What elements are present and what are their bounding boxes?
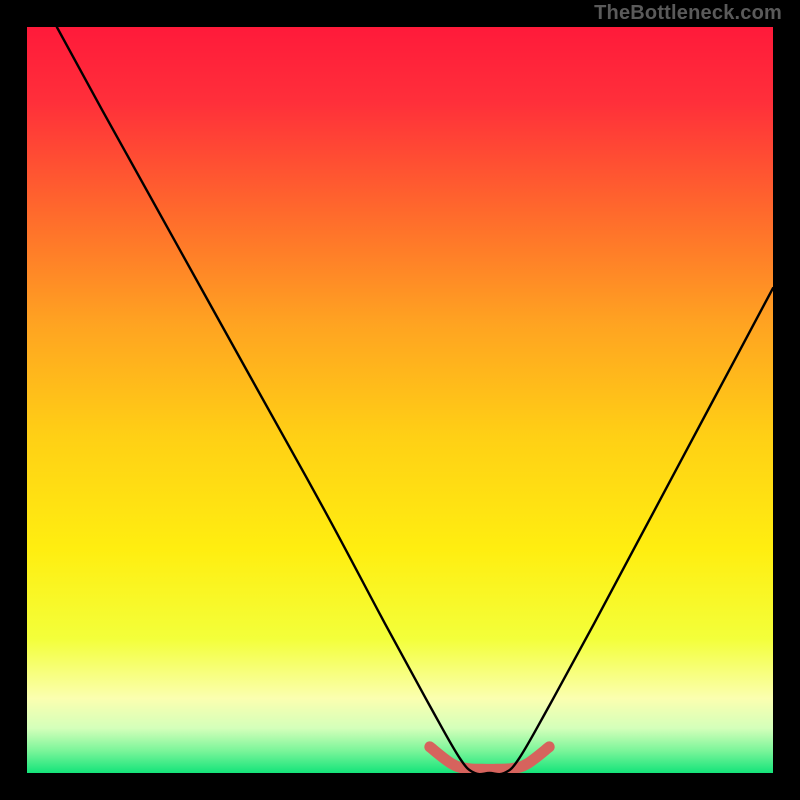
attribution-label: TheBottleneck.com — [594, 2, 782, 25]
chart-frame: TheBottleneck.com — [0, 0, 800, 800]
plot-area — [27, 27, 773, 773]
gradient-background — [27, 27, 773, 773]
chart-svg — [27, 27, 773, 773]
